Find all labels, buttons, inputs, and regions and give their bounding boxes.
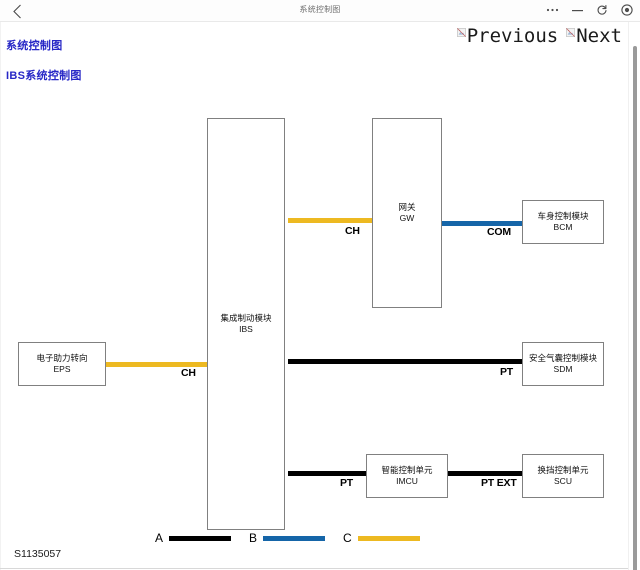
scrollbar-thumb[interactable] bbox=[633, 46, 637, 570]
more-options-icon[interactable] bbox=[545, 3, 559, 17]
connector-label-ibs-imcu: PT bbox=[340, 477, 354, 489]
close-icon[interactable] bbox=[620, 3, 634, 17]
module-box-scu: 换挡控制单元 SCU bbox=[522, 454, 604, 498]
document-content: 系统控制图 IBS系统控制图 Previous Next 集成制动模块 IBS … bbox=[0, 22, 640, 570]
module-name-en: BCM bbox=[553, 222, 573, 232]
module-name-en: SCU bbox=[554, 476, 572, 486]
legend-swatch-yellow bbox=[357, 535, 420, 541]
connector-label-ibs-sdm: PT bbox=[500, 366, 514, 378]
connector-label-gw-bcm: COM bbox=[487, 226, 511, 238]
legend-item-a: A bbox=[155, 531, 232, 545]
diagram-legend: A B C bbox=[155, 531, 438, 545]
module-name-cn: 换挡控制单元 bbox=[537, 464, 589, 475]
module-name-en: IMCU bbox=[396, 476, 418, 486]
module-name-cn: 电子助力转向 bbox=[36, 352, 88, 363]
connector-imcu-scu bbox=[448, 471, 522, 476]
module-name-en: IBS bbox=[239, 324, 253, 334]
module-box-gw: 网关 GW bbox=[372, 118, 442, 308]
connector-ibs-sdm bbox=[288, 359, 522, 364]
module-name-cn: 安全气囊控制模块 bbox=[528, 352, 597, 363]
legend-item-c: C bbox=[343, 531, 420, 545]
system-control-diagram: 集成制动模块 IBS 网关 GW 车身控制模块 BCM 安全气囊控制模块 SDM… bbox=[0, 22, 628, 570]
module-box-imcu: 智能控制单元 IMCU bbox=[366, 454, 448, 498]
legend-swatch-black bbox=[169, 535, 232, 541]
connector-ibs-gw bbox=[288, 218, 372, 223]
legend-item-b: B bbox=[249, 531, 326, 545]
module-name-cn: 车身控制模块 bbox=[537, 210, 589, 221]
app-window: 系统控制图 系统控制图 IBS系统控制图 Previous Next 集成制动模… bbox=[0, 0, 640, 570]
legend-key: B bbox=[249, 531, 258, 545]
connector-label-ibs-gw: CH bbox=[345, 225, 360, 237]
module-name-en: GW bbox=[399, 213, 415, 223]
window-title: 系统控制图 bbox=[299, 5, 341, 14]
restore-icon[interactable] bbox=[595, 3, 609, 17]
window-controls bbox=[545, 3, 634, 17]
module-name-cn: 集成制动模块 bbox=[220, 312, 272, 323]
title-bar: 系统控制图 bbox=[0, 0, 640, 22]
connector-label-imcu-scu: PT EXT bbox=[481, 477, 517, 489]
legend-key: A bbox=[155, 531, 164, 545]
connector-label-eps-ibs: CH bbox=[181, 367, 196, 379]
connector-ibs-imcu bbox=[288, 471, 366, 476]
module-name-cn: 网关 bbox=[398, 201, 416, 212]
module-name-en: SDM bbox=[553, 364, 573, 374]
vertical-scrollbar[interactable] bbox=[628, 22, 640, 570]
minimize-icon[interactable] bbox=[570, 3, 584, 17]
module-box-eps: 电子助力转向 EPS bbox=[18, 342, 106, 386]
legend-key: C bbox=[343, 531, 352, 545]
module-box-ibs: 集成制动模块 IBS bbox=[207, 118, 285, 530]
module-box-sdm: 安全气囊控制模块 SDM bbox=[522, 342, 604, 386]
module-name-cn: 智能控制单元 bbox=[381, 464, 433, 475]
document-id: S1135057 bbox=[14, 548, 62, 560]
footer-divider bbox=[0, 568, 628, 569]
module-name-en: EPS bbox=[53, 364, 71, 374]
legend-swatch-blue bbox=[263, 535, 326, 541]
module-box-bcm: 车身控制模块 BCM bbox=[522, 200, 604, 244]
